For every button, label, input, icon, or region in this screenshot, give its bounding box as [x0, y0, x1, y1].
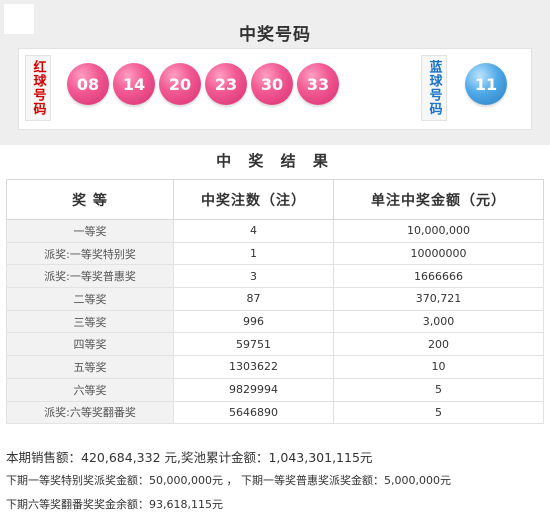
winner-count-cell: 5646890 — [173, 400, 334, 425]
winner-count-cell: 9829994 — [173, 377, 334, 402]
numbers-card: 红球号码 08 14 20 23 30 33 蓝球号码 11 — [18, 48, 532, 130]
sales-summary: 本期销售额：420,684,332 元,奖池累计金额：1,043,301,115… — [6, 450, 373, 465]
prize-level-cell: 二等奖 — [6, 287, 174, 311]
winner-count-cell: 1303622 — [173, 355, 334, 379]
prize-level-cell: 三等奖 — [6, 309, 174, 334]
red-ball-label: 红球号码 — [25, 55, 51, 121]
prize-level-cell: 派奖:六等奖翻番奖 — [6, 400, 174, 425]
winner-count-cell: 59751 — [173, 332, 334, 357]
winning-numbers-title: 中奖号码 — [239, 25, 311, 45]
table-row: 五等奖 1303622 10 — [6, 355, 544, 379]
winner-count-cell: 87 — [173, 287, 334, 311]
winner-count-cell: 4 — [173, 219, 334, 243]
table-row: 派奖:一等奖特别奖 1 10000000 — [6, 241, 544, 266]
table-row: 三等奖 996 3,000 — [6, 309, 544, 334]
table-row: 派奖:一等奖普惠奖 3 1666666 — [6, 264, 544, 289]
prize-level-cell: 派奖:一等奖普惠奖 — [6, 264, 174, 289]
prize-amount-cell: 10 — [333, 355, 544, 379]
red-ball: 30 — [251, 63, 293, 105]
column-header-winner-count: 中奖注数（注） — [173, 179, 334, 220]
prize-amount-cell: 3,000 — [333, 309, 544, 334]
prize-level-cell: 派奖:一等奖特别奖 — [6, 241, 174, 266]
prize-level-cell: 四等奖 — [6, 332, 174, 357]
column-header-prize-level: 奖 等 — [6, 179, 174, 220]
winner-count-cell: 996 — [173, 309, 334, 334]
table-header-row: 奖 等 中奖注数（注） 单注中奖金额（元） — [6, 179, 544, 220]
blue-ball-label: 蓝球号码 — [421, 55, 447, 121]
prize-amount-cell: 5 — [333, 400, 544, 425]
column-header-prize-amount: 单注中奖金额（元） — [333, 179, 544, 220]
sixth-prize-bonus-balance: 下期六等奖翻番奖奖金余额：93,618,115元 — [6, 498, 223, 511]
prize-amount-cell: 370,721 — [333, 287, 544, 311]
red-ball: 20 — [159, 63, 201, 105]
next-jackpot-bonus: 下期一等奖特别奖派奖金额：50,000,000元 ， 下期一等奖普惠奖派奖金额：… — [6, 474, 451, 487]
prize-level-cell: 六等奖 — [6, 377, 174, 402]
blue-ball: 11 — [465, 63, 507, 105]
prize-level-cell: 一等奖 — [6, 219, 174, 243]
red-ball: 14 — [113, 63, 155, 105]
table-row: 派奖:六等奖翻番奖 5646890 5 — [6, 400, 544, 425]
prize-amount-cell: 200 — [333, 332, 544, 357]
prize-amount-cell: 1666666 — [333, 264, 544, 289]
table-row: 六等奖 9829994 5 — [6, 377, 544, 402]
red-ball: 08 — [67, 63, 109, 105]
prize-level-cell: 五等奖 — [6, 355, 174, 379]
results-table: 奖 等 中奖注数（注） 单注中奖金额（元） 一等奖 4 10,000,000 派… — [6, 179, 544, 425]
winning-numbers-panel: 中奖号码 红球号码 08 14 20 23 30 33 蓝球号码 11 — [0, 0, 550, 145]
table-row: 二等奖 87 370,721 — [6, 287, 544, 311]
results-title: 中 奖 结 果 — [216, 152, 334, 170]
prize-amount-cell: 5 — [333, 377, 544, 402]
winner-count-cell: 1 — [173, 241, 334, 266]
red-ball: 33 — [297, 63, 339, 105]
prize-amount-cell: 10,000,000 — [333, 219, 544, 243]
winner-count-cell: 3 — [173, 264, 334, 289]
table-row: 四等奖 59751 200 — [6, 332, 544, 357]
table-row: 一等奖 4 10,000,000 — [6, 219, 544, 243]
red-ball: 23 — [205, 63, 247, 105]
prize-amount-cell: 10000000 — [333, 241, 544, 266]
